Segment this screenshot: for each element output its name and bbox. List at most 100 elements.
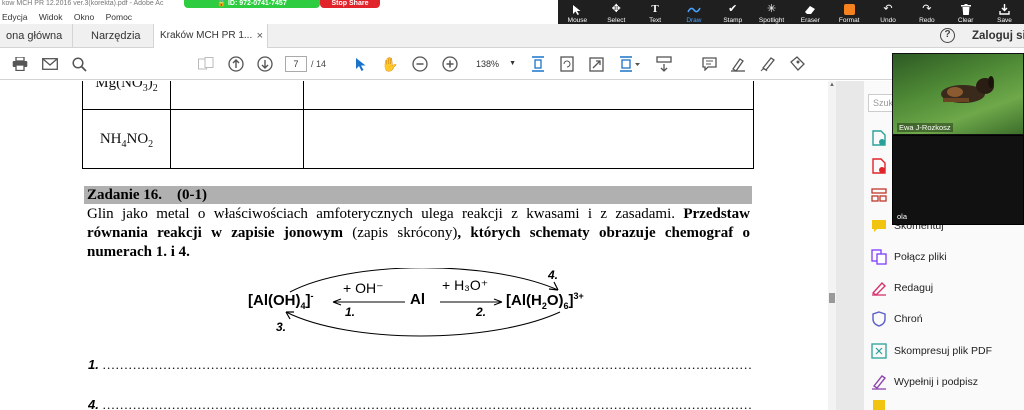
- tab-document[interactable]: Kraków MCH PR 1... ×: [153, 24, 268, 48]
- menu-widok[interactable]: Widok: [39, 12, 63, 22]
- redo-icon: ↷: [922, 3, 932, 15]
- task-title: Zadanie 16. (0-1): [84, 186, 752, 204]
- zoom-level: 138%: [476, 59, 500, 69]
- export-pdf-icon: [870, 129, 888, 147]
- tool-compress[interactable]: Skompresuj plik PDF: [870, 340, 1024, 362]
- tool-edit[interactable]: Redaguj: [870, 277, 1024, 299]
- page-thumbnail-icon[interactable]: [196, 54, 216, 74]
- tool-label: Połącz pliki: [894, 251, 947, 263]
- zoom-level-select[interactable]: 138% ▼: [468, 56, 518, 72]
- answer-number: 1.: [88, 357, 99, 372]
- help-icon[interactable]: ?: [940, 28, 955, 43]
- scrollbar-thumb[interactable]: [829, 293, 835, 303]
- menu-edycja[interactable]: Edycja: [2, 12, 28, 22]
- shield-icon: [870, 310, 888, 328]
- sign-icon: [870, 373, 888, 391]
- task-text: (zapis skrócony): [343, 225, 458, 241]
- tab-document-label: Kraków MCH PR 1...: [160, 30, 253, 41]
- tool-protect[interactable]: Chroń: [870, 308, 1024, 330]
- participant-name: Ewa J-Rozkosz: [897, 123, 953, 132]
- tool-label: Chroń: [894, 313, 923, 325]
- previous-page-icon[interactable]: [226, 54, 246, 74]
- meeting-id-banner: 🔒 ID: 972-0741-7457: [184, 0, 320, 8]
- reagent-hydronium: + H₃O⁺: [442, 277, 489, 293]
- tool-label: Wypełnij i podpisz: [894, 376, 978, 388]
- arrow-label: 3.: [276, 320, 287, 334]
- scroll-up-icon[interactable]: ▲: [829, 82, 835, 88]
- zoom-in-icon[interactable]: [440, 54, 460, 74]
- tab-tools[interactable]: Narzędzia: [72, 24, 152, 48]
- lock-icon: 🔒: [217, 0, 226, 7]
- login-link[interactable]: Zaloguj si: [972, 24, 1024, 48]
- table-cell-formula: Mg(NO3)2: [95, 81, 158, 94]
- rotate-page-icon[interactable]: [557, 54, 577, 74]
- page-view-menu-icon[interactable]: [617, 54, 643, 74]
- zoom-out-icon[interactable]: [410, 54, 430, 74]
- meeting-id: ID: 972-0741-7457: [227, 0, 287, 7]
- scroll-mode-icon[interactable]: [654, 54, 674, 74]
- eraser-icon: [804, 3, 816, 16]
- table-cell-formula: NH4NO2: [99, 131, 154, 150]
- video-tile-participant-2[interactable]: ola: [892, 135, 1024, 225]
- menu-okno[interactable]: Okno: [74, 12, 94, 22]
- cursor-icon: [572, 3, 582, 16]
- chemograph: [Al(OH)4]- Al [Al(H2O)6]3+ + OH⁻ + H₃O⁺ …: [230, 268, 630, 348]
- species-aluminate: [Al(OH)4]-: [248, 291, 314, 311]
- hand-tool-icon[interactable]: ✋: [380, 54, 400, 74]
- text-icon: T: [651, 3, 659, 15]
- task-instructions: Glin jako metal o właściwościach amfoter…: [87, 205, 750, 262]
- chevron-down-icon: ▼: [509, 60, 516, 67]
- fit-height-icon[interactable]: [528, 54, 548, 74]
- combine-files-icon: [870, 248, 888, 266]
- close-tab-icon[interactable]: ×: [257, 24, 263, 48]
- next-page-icon[interactable]: [255, 54, 275, 74]
- panel-gutter: [836, 81, 864, 410]
- salts-table: Mg(NO3)2 NH4NO2: [82, 81, 754, 169]
- undo-icon: ↶: [883, 3, 893, 15]
- answer-line[interactable]: 4. ……………………………………………………………………………………………………: [88, 397, 753, 410]
- trash-icon: [960, 3, 971, 16]
- tab-home[interactable]: ona główna: [0, 24, 70, 48]
- main-toolbar: 7 / 14 ✋ 138% ▼: [0, 48, 1024, 80]
- stamp-tool-icon[interactable]: [787, 54, 807, 74]
- create-pdf-icon: [870, 157, 888, 175]
- comment-icon[interactable]: [699, 54, 719, 74]
- compress-icon: [870, 342, 888, 360]
- sign-icon[interactable]: [758, 54, 778, 74]
- print-icon[interactable]: [10, 54, 30, 74]
- document-scrollbar[interactable]: [828, 81, 836, 410]
- arrow-label: 2.: [476, 305, 487, 319]
- task-text: Glin jako metal o właściwościach amfoter…: [87, 206, 675, 222]
- tool-label: Redaguj: [894, 282, 934, 294]
- tool-fill-sign[interactable]: Wypełnij i podpisz: [870, 371, 1024, 393]
- spotlight-icon: ✳: [766, 3, 777, 15]
- participant-name: ola: [897, 212, 908, 221]
- tool-more[interactable]: [870, 400, 1024, 410]
- participant-video-image: [941, 76, 994, 103]
- table-column-divider: [170, 81, 171, 169]
- pdf-page: Mg(NO3)2 NH4NO2 Zadanie 16. (0-1) Glin j…: [0, 81, 828, 410]
- highlight-icon[interactable]: [728, 54, 748, 74]
- tabs-bar: ona główna Narzędzia Kraków MCH PR 1... …: [0, 24, 1024, 48]
- page-number-input[interactable]: 7: [285, 56, 307, 72]
- reagent-hydroxide: + OH⁻: [343, 280, 384, 296]
- species-hexaaqua: [Al(H2O)6]3+: [506, 291, 584, 311]
- search-icon[interactable]: [69, 54, 89, 74]
- answer-number: 4.: [88, 397, 99, 410]
- comment-icon: [870, 217, 888, 235]
- stamp-icon: ✔: [728, 3, 738, 15]
- email-icon[interactable]: [40, 54, 60, 74]
- table-row: [83, 81, 753, 110]
- tool-combine-files[interactable]: Połącz pliki: [870, 246, 1024, 268]
- tool-label: Skompresuj plik PDF: [894, 345, 993, 357]
- select-tool-icon[interactable]: [351, 54, 371, 74]
- video-tile-participant-1[interactable]: Ewa J-Rozkosz: [892, 53, 1024, 135]
- menu-pomoc[interactable]: Pomoc: [106, 12, 132, 22]
- full-screen-icon[interactable]: [586, 54, 606, 74]
- stop-share-button[interactable]: Stop Share: [320, 0, 380, 8]
- answer-dots: ……………………………………………………………………………………………………………: [102, 357, 753, 372]
- format-icon: [843, 3, 855, 16]
- answer-line[interactable]: 1. ……………………………………………………………………………………………………: [88, 357, 753, 373]
- arrow-label: 4.: [548, 268, 559, 282]
- document-viewport[interactable]: Mg(NO3)2 NH4NO2 Zadanie 16. (0-1) Glin j…: [0, 81, 836, 410]
